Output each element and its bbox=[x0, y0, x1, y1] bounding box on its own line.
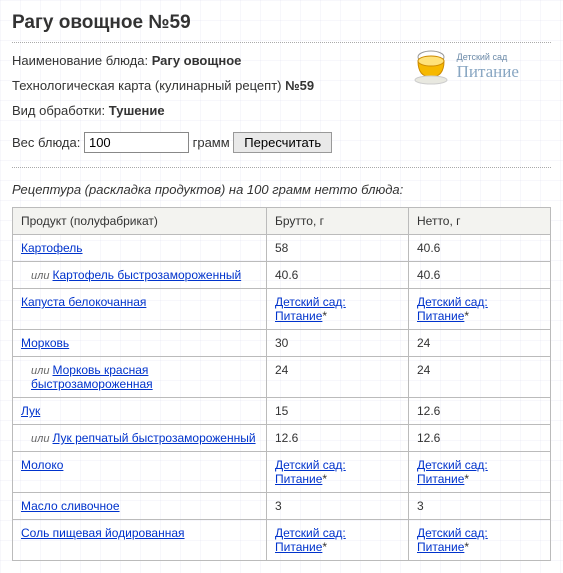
netto-cell: 3 bbox=[409, 493, 551, 520]
brutto-cell: 15 bbox=[267, 398, 409, 425]
table-row: Картофель 5840.6 bbox=[13, 235, 551, 262]
brutto-cell: 30 bbox=[267, 330, 409, 357]
locked-link[interactable]: Детский сад: Питание bbox=[275, 458, 346, 486]
product-link[interactable]: Картофель bbox=[21, 241, 83, 255]
netto-cell: 12.6 bbox=[409, 425, 551, 452]
product-link[interactable]: Лук bbox=[21, 404, 40, 418]
brutto-cell: 58 bbox=[267, 235, 409, 262]
processing-value: Тушение bbox=[109, 103, 165, 118]
locked-link[interactable]: Детский сад: Питание bbox=[275, 526, 346, 554]
product-link[interactable]: Морковь bbox=[21, 336, 69, 350]
locked-link[interactable]: Детский сад: Питание bbox=[275, 295, 346, 323]
pot-icon bbox=[411, 47, 451, 88]
product-link[interactable]: Масло сливочное bbox=[21, 499, 120, 513]
table-row: Лук 1512.6 bbox=[13, 398, 551, 425]
table-row: Масло сливочное 33 bbox=[13, 493, 551, 520]
table-row: Капуста белокочанная Детский сад: Питание… bbox=[13, 289, 551, 330]
processing-label: Вид обработки: bbox=[12, 103, 109, 118]
dish-name-label: Наименование блюда: bbox=[12, 53, 152, 68]
netto-cell: 24 bbox=[409, 330, 551, 357]
netto-cell: 24 bbox=[409, 357, 551, 398]
product-link[interactable]: Капуста белокочанная bbox=[21, 295, 146, 309]
ingredients-table: Продукт (полуфабрикат) Брутто, г Нетто, … bbox=[12, 207, 551, 561]
product-link[interactable]: Соль пищевая йодированная bbox=[21, 526, 185, 540]
weight-label: Вес блюда: bbox=[12, 135, 84, 150]
or-label: или bbox=[31, 433, 53, 445]
product-link[interactable]: Картофель быстрозамороженный bbox=[53, 268, 242, 282]
divider bbox=[12, 167, 551, 168]
brand-logo: Детский сад Питание bbox=[411, 47, 551, 88]
logo-big-text: Питание bbox=[457, 63, 519, 82]
col-product: Продукт (полуфабрикат) bbox=[13, 208, 267, 235]
recalc-button[interactable]: Пересчитать bbox=[233, 132, 332, 153]
recipe-heading: Рецептура (раскладка продуктов) на 100 г… bbox=[12, 182, 551, 197]
brutto-cell: 3 bbox=[267, 493, 409, 520]
product-link[interactable]: Молоко bbox=[21, 458, 63, 472]
brutto-cell: 12.6 bbox=[267, 425, 409, 452]
table-row: или Морковь красная быстрозамороженная24… bbox=[13, 357, 551, 398]
processing-row: Вид обработки: Тушение bbox=[12, 103, 551, 118]
or-label: или bbox=[31, 270, 53, 282]
weight-input[interactable] bbox=[84, 132, 189, 153]
locked-link[interactable]: Детский сад: Питание bbox=[417, 295, 488, 323]
table-row: или Лук репчатый быстрозамороженный 12.61… bbox=[13, 425, 551, 452]
or-label: или bbox=[31, 365, 53, 377]
table-row: Соль пищевая йодированная Детский сад: Пи… bbox=[13, 520, 551, 561]
tech-card-value: №59 bbox=[285, 78, 314, 93]
netto-cell: 12.6 bbox=[409, 398, 551, 425]
col-brutto: Брутто, г bbox=[267, 208, 409, 235]
table-header-row: Продукт (полуфабрикат) Брутто, г Нетто, … bbox=[13, 208, 551, 235]
dish-name-value: Рагу овощное bbox=[152, 53, 242, 68]
page-title: Рагу овощное №59 bbox=[12, 12, 551, 43]
netto-cell: 40.6 bbox=[409, 262, 551, 289]
netto-cell: 40.6 bbox=[409, 235, 551, 262]
locked-link[interactable]: Детский сад: Питание bbox=[417, 526, 488, 554]
table-row: Морковь 3024 bbox=[13, 330, 551, 357]
tech-card-label: Технологическая карта (кулинарный рецепт… bbox=[12, 78, 285, 93]
weight-row: Вес блюда: грамм Пересчитать bbox=[12, 132, 551, 153]
col-netto: Нетто, г bbox=[409, 208, 551, 235]
brutto-cell: 24 bbox=[267, 357, 409, 398]
locked-link[interactable]: Детский сад: Питание bbox=[417, 458, 488, 486]
table-row: МолокоДетский сад: Питание*Детский сад: … bbox=[13, 452, 551, 493]
product-link[interactable]: Лук репчатый быстрозамороженный bbox=[53, 431, 256, 445]
table-row: или Картофель быстрозамороженный 40.640.6 bbox=[13, 262, 551, 289]
weight-unit: грамм bbox=[193, 135, 234, 150]
brutto-cell: 40.6 bbox=[267, 262, 409, 289]
